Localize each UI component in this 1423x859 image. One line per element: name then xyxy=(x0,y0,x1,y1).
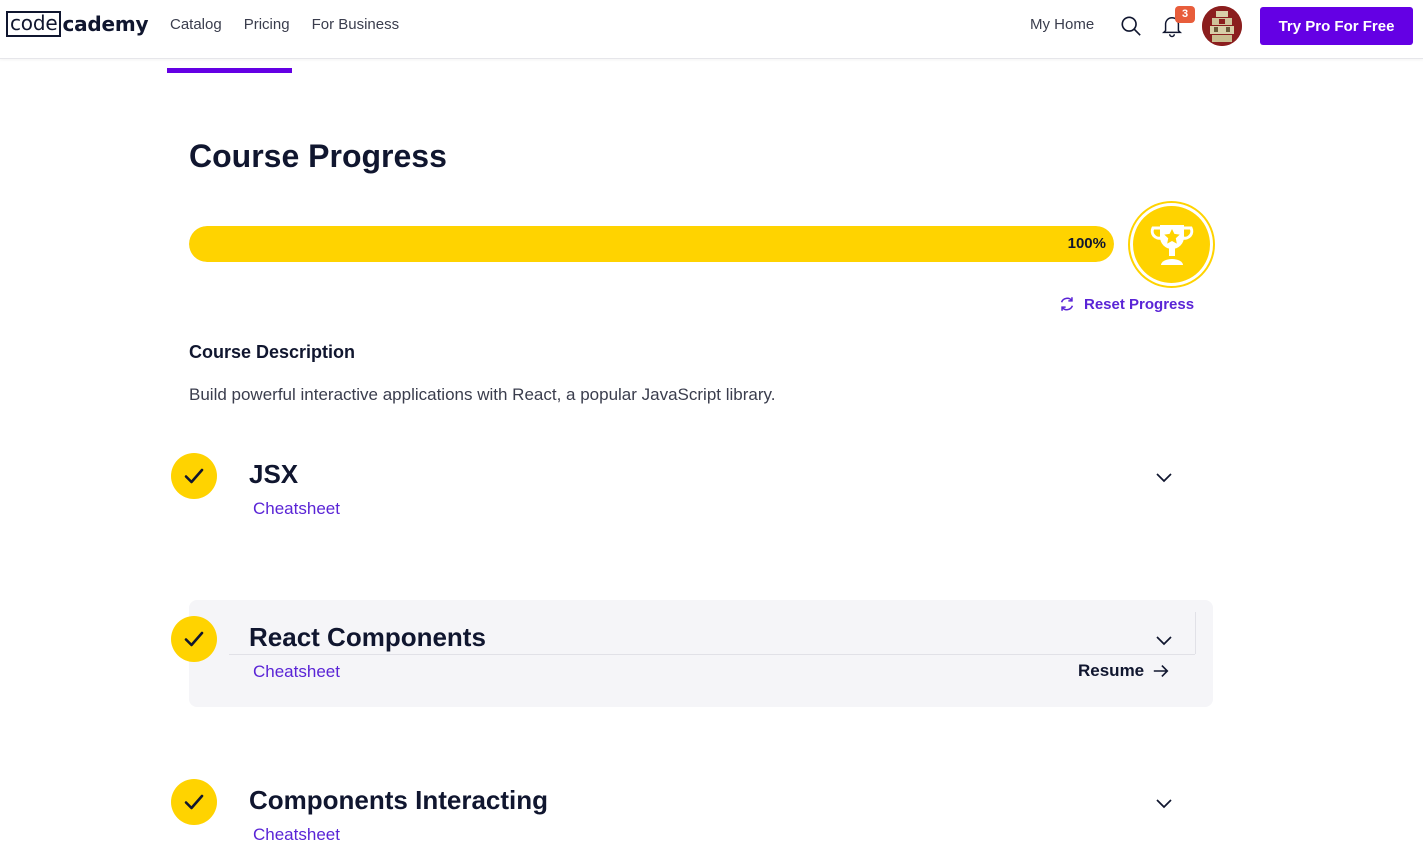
resume-button[interactable]: Resume xyxy=(1078,661,1170,681)
completed-check-icon xyxy=(171,616,217,662)
codecademy-logo[interactable]: code cademy xyxy=(6,11,149,37)
module-title[interactable]: JSX xyxy=(249,459,298,490)
completed-check-icon xyxy=(171,453,217,499)
main-nav: Catalog Pricing For Business xyxy=(170,16,399,33)
trophy-badge xyxy=(1130,203,1213,286)
cheatsheet-link[interactable]: Cheatsheet xyxy=(253,662,340,682)
resume-label: Resume xyxy=(1078,661,1145,680)
chevron-down-icon[interactable] xyxy=(1154,630,1174,650)
arrow-right-icon xyxy=(1153,665,1169,677)
active-tab-indicator xyxy=(167,68,292,73)
notification-count-badge: 3 xyxy=(1175,6,1195,23)
course-description-text: Build powerful interactive applications … xyxy=(189,385,776,404)
user-avatar[interactable] xyxy=(1202,6,1242,46)
logo-box-text: code xyxy=(6,11,62,37)
module-title[interactable]: Components Interacting xyxy=(249,785,548,816)
nav-pricing[interactable]: Pricing xyxy=(244,16,290,33)
avatar-image xyxy=(1202,6,1242,46)
chevron-down-icon[interactable] xyxy=(1154,793,1174,813)
logo-rest-text: cademy xyxy=(62,12,149,36)
search-icon[interactable] xyxy=(1120,15,1142,37)
trophy-icon xyxy=(1150,224,1193,265)
course-progress-bar: 100% xyxy=(189,226,1114,262)
try-pro-button[interactable]: Try Pro For Free xyxy=(1260,7,1413,45)
divider xyxy=(1195,612,1196,654)
reset-progress-label: Reset Progress xyxy=(1084,295,1195,313)
top-nav-bar: code cademy Catalog Pricing For Business … xyxy=(0,0,1423,59)
cheatsheet-link[interactable]: Cheatsheet xyxy=(253,825,340,845)
module-title[interactable]: React Components xyxy=(249,622,486,653)
cheatsheet-link[interactable]: Cheatsheet xyxy=(253,499,340,519)
chevron-down-icon[interactable] xyxy=(1154,467,1174,487)
course-progress-title: Course Progress xyxy=(189,138,447,174)
nav-catalog[interactable]: Catalog xyxy=(170,16,222,33)
reset-icon xyxy=(1060,297,1074,311)
reset-progress-button[interactable]: Reset Progress xyxy=(1058,295,1194,313)
my-home-link[interactable]: My Home xyxy=(1030,16,1094,33)
progress-bar-fill xyxy=(189,226,1114,262)
completed-check-icon xyxy=(171,779,217,825)
progress-percent-label: 100% xyxy=(1067,235,1106,252)
course-description-heading: Course Description xyxy=(189,342,356,362)
nav-for-business[interactable]: For Business xyxy=(312,16,400,33)
divider xyxy=(229,654,1195,655)
